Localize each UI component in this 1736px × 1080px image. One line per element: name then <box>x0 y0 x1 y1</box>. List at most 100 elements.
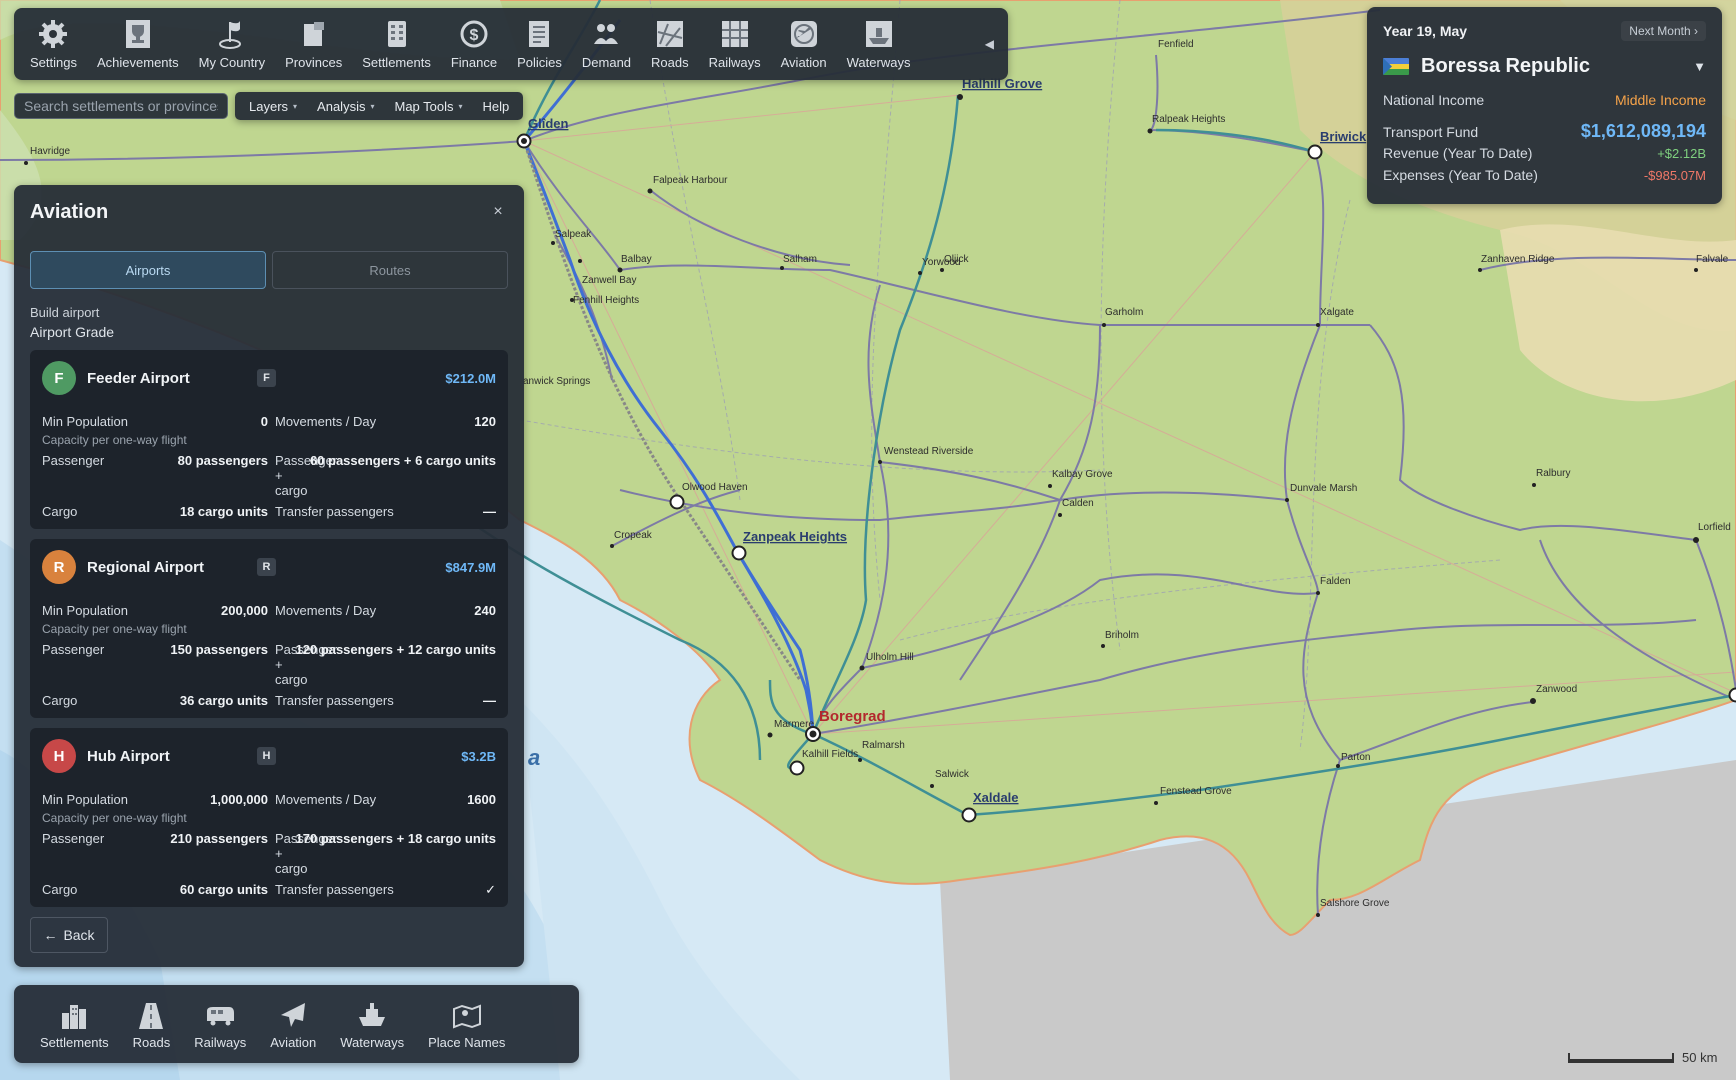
min-population-value: 0 <box>260 414 268 429</box>
transport-fund-label: Transport Fund <box>1383 124 1479 140</box>
capacity-note: Capacity per one-way flight <box>42 622 187 636</box>
svg-text:Xalgate: Xalgate <box>1320 307 1354 318</box>
layer-roads-button[interactable]: Roads <box>121 999 183 1050</box>
toolbar-achievements-button[interactable]: Achievements <box>87 8 189 80</box>
svg-text:Fenfield: Fenfield <box>1158 39 1194 50</box>
toolbar-roads-label: Roads <box>651 55 689 70</box>
svg-text:Ralbury: Ralbury <box>1536 468 1570 479</box>
svg-text:Fenstead Grove: Fenstead Grove <box>1160 786 1232 797</box>
toolbar-settings-label: Settings <box>30 55 77 70</box>
road-map-icon <box>656 21 683 47</box>
capacity-note: Capacity per one-way flight <box>42 433 187 447</box>
svg-text:Kalhill Fields: Kalhill Fields <box>802 749 858 760</box>
menu-layers[interactable]: Layers ▾ <box>239 99 307 114</box>
menu-analysis[interactable]: Analysis ▾ <box>307 99 384 114</box>
svg-text:Zanpeak Heights: Zanpeak Heights <box>743 529 847 544</box>
svg-text:Falvale: Falvale <box>1696 254 1729 265</box>
passenger-label: Passenger <box>42 642 105 657</box>
airport-price: $3.2B <box>461 748 496 764</box>
scale-label: 50 km <box>1682 1050 1718 1065</box>
cargo-value: 36 cargo units <box>179 693 268 708</box>
tab-airports[interactable]: Airports <box>30 251 266 289</box>
movements-label: Movements / Day <box>275 792 377 807</box>
railway-map-icon <box>721 21 748 47</box>
svg-text:Boregrad: Boregrad <box>819 708 886 725</box>
next-month-button[interactable]: Next Month › <box>1621 21 1706 41</box>
menu-map-tools[interactable]: Map Tools ▾ <box>384 99 472 114</box>
close-icon[interactable]: × <box>488 203 508 221</box>
toolbar-aviation-button[interactable]: Aviation <box>771 8 837 80</box>
svg-text:a: a <box>528 745 540 770</box>
toolbar-waterways-button[interactable]: Waterways <box>837 8 921 80</box>
airport-card-regional[interactable]: R Regional Airport R $847.9M Min Populat… <box>30 539 508 718</box>
layer-aviation-label: Aviation <box>270 1034 317 1050</box>
svg-text:Parton: Parton <box>1341 752 1370 763</box>
caret-down-icon: ▾ <box>370 101 375 111</box>
layer-aviation-button[interactable]: Aviation <box>258 999 328 1050</box>
svg-text:Glîden: Glîden <box>528 116 569 131</box>
toolbar-roads-button[interactable]: Roads <box>641 8 699 80</box>
train-icon <box>207 1006 235 1025</box>
airport-card-feeder[interactable]: F Feeder Airport F $212.0M Min Populatio… <box>30 350 508 529</box>
back-button[interactable]: ← Back <box>30 917 108 953</box>
transfer-value: — <box>483 693 496 708</box>
layer-place-names-button[interactable]: Place Names <box>416 999 517 1050</box>
toolbar-my-country-button[interactable]: My Country <box>189 8 275 80</box>
country-flag-icon <box>1383 58 1409 75</box>
layer-settlements-button[interactable]: Settlements <box>28 999 121 1050</box>
search-input[interactable] <box>15 94 227 118</box>
document-icon <box>529 21 550 47</box>
cargo-label: Cargo <box>42 882 78 897</box>
country-name: Boressa Republic <box>1421 55 1590 77</box>
airport-card-hub[interactable]: H Hub Airport H $3.2B Min Population 1,0… <box>30 728 508 907</box>
layer-settlements-label: Settlements <box>40 1034 109 1050</box>
movements-value: 1600 <box>467 792 496 807</box>
airport-name: Feeder Airport <box>87 369 190 387</box>
svg-text:Calden: Calden <box>1062 498 1094 509</box>
toolbar-aviation-label: Aviation <box>780 55 827 70</box>
layer-railways-button[interactable]: Railways <box>182 999 258 1050</box>
build-airport-label: Build airport <box>30 305 100 320</box>
toolbar-policies-button[interactable]: Policies <box>507 8 572 80</box>
toolbar-settlements-button[interactable]: Settlements <box>352 8 441 80</box>
country-dropdown-icon[interactable]: ▼ <box>1693 59 1706 74</box>
svg-text:Falpeak Harbour: Falpeak Harbour <box>653 175 728 186</box>
cargo-label: Cargo <box>42 693 78 708</box>
layer-railways-label: Railways <box>194 1034 247 1050</box>
building-icon <box>387 21 406 47</box>
toolbar-demand-button[interactable]: Demand <box>572 8 641 80</box>
search-box <box>14 93 228 119</box>
svg-text:Falden: Falden <box>1320 576 1351 587</box>
dollar-coin-icon: $ <box>460 20 488 48</box>
airport-name: Hub Airport <box>87 747 170 765</box>
layer-waterways-button[interactable]: Waterways <box>328 999 416 1050</box>
passenger-cargo-value: 120 passengers + 12 cargo units <box>295 642 496 657</box>
svg-text:Dunvale Marsh: Dunvale Marsh <box>1290 483 1357 494</box>
svg-text:Salham: Salham <box>783 254 817 265</box>
passenger-label: Passenger <box>42 831 105 846</box>
people-icon <box>594 24 619 44</box>
toolbar-provinces-label: Provinces <box>285 55 343 70</box>
toolbar-finance-button[interactable]: $ Finance <box>441 8 507 80</box>
bottom-layer-toolbar: Settlements Roads Railways Aviation Wate… <box>14 985 579 1063</box>
tab-routes[interactable]: Routes <box>272 251 508 289</box>
menu-layers-label: Layers <box>249 98 289 114</box>
svg-text:Garholm: Garholm <box>1105 307 1143 318</box>
toolbar-railways-button[interactable]: Railways <box>699 8 771 80</box>
toolbar-provinces-button[interactable]: Provinces <box>275 8 352 80</box>
toolbar-railways-label: Railways <box>708 55 761 70</box>
caret-down-icon: ▾ <box>293 101 298 111</box>
transfer-value: — <box>483 504 496 519</box>
svg-text:Zanwell Bay: Zanwell Bay <box>582 275 636 286</box>
transfer-label: Transfer passengers <box>275 693 394 708</box>
toolbar-settings-button[interactable]: Settings <box>20 8 87 80</box>
ship-icon <box>865 21 892 47</box>
movements-label: Movements / Day <box>275 603 377 618</box>
menu-help[interactable]: Help <box>473 99 520 114</box>
toolbar-collapse-button[interactable]: ◀ <box>977 8 1002 80</box>
movements-value: 120 <box>474 414 496 429</box>
airport-price: $212.0M <box>445 370 496 386</box>
movements-label: Movements / Day <box>275 414 377 429</box>
passenger-label: Passenger <box>42 453 105 468</box>
aviation-panel: Aviation × Airports Routes Build airport… <box>14 185 524 967</box>
